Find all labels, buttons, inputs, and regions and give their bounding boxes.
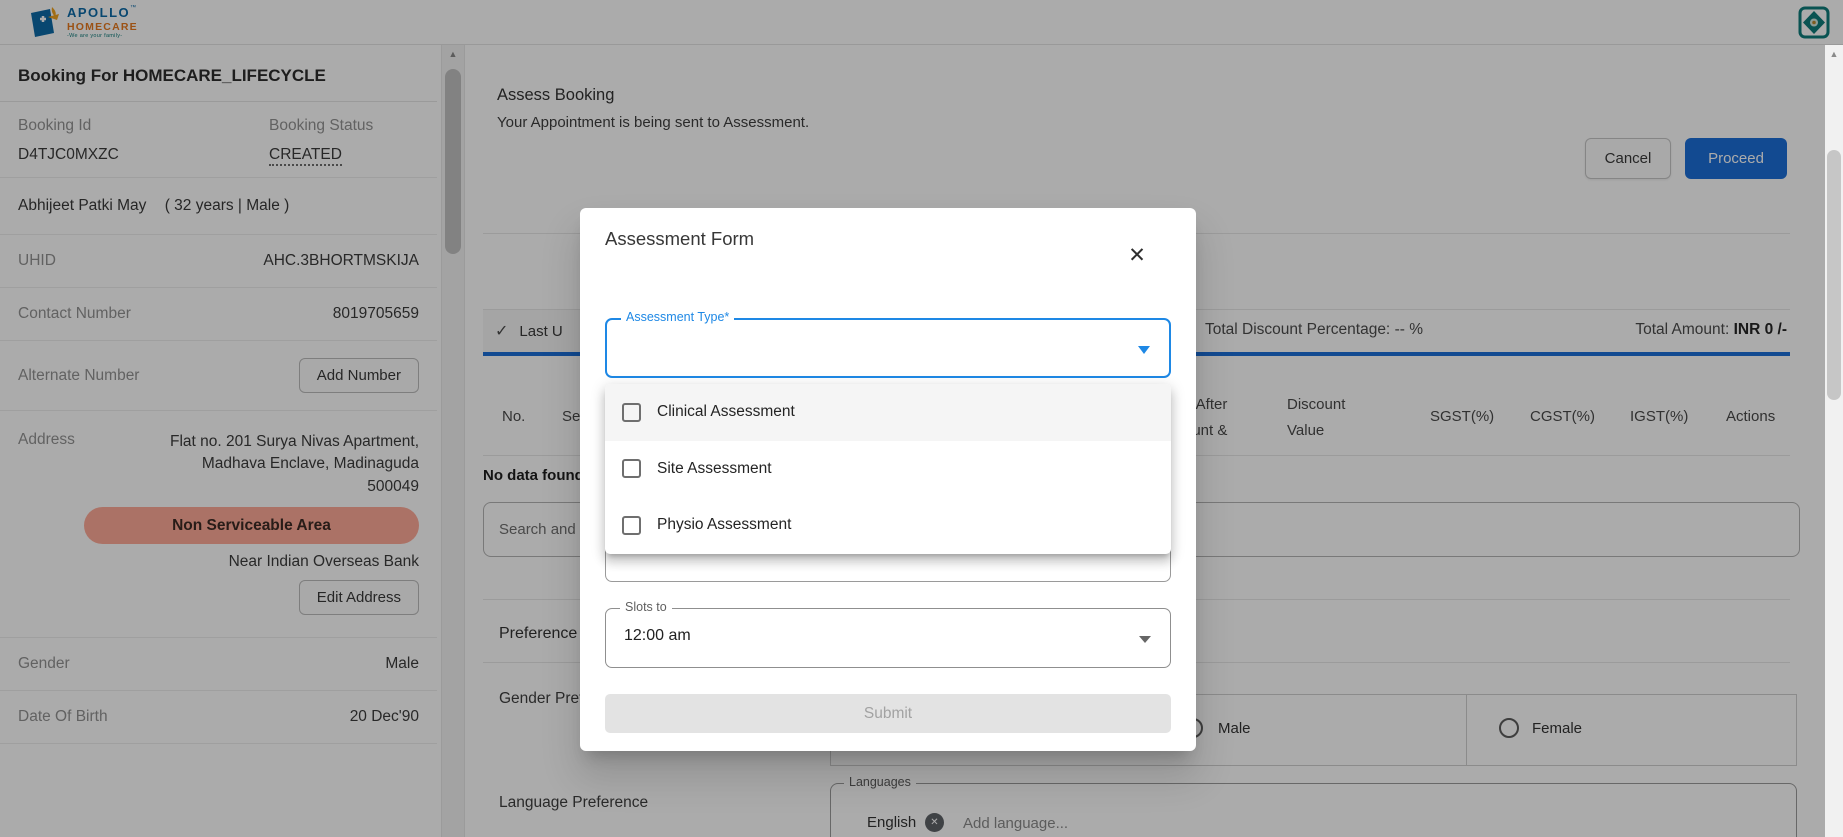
checkbox-icon[interactable] <box>622 515 641 535</box>
assessment-type-label: Assessment Type* <box>621 310 735 324</box>
app-screen: APOLLO™ HOMECARE -We are your family- Bo… <box>0 0 1843 837</box>
menu-item-clinical-assessment[interactable]: Clinical Assessment <box>605 384 1171 441</box>
browser-scrollbar[interactable]: ▲ <box>1825 45 1843 837</box>
scrollbar-up-arrow-icon[interactable]: ▲ <box>1825 49 1843 59</box>
slots-to-select[interactable]: Slots to 12:00 am <box>605 600 1171 668</box>
menu-item-label: Site Assessment <box>657 459 772 477</box>
close-icon[interactable]: ✕ <box>1122 240 1152 270</box>
browser-scrollbar-thumb[interactable] <box>1827 150 1841 400</box>
menu-item-site-assessment[interactable]: Site Assessment <box>605 441 1171 498</box>
chevron-down-icon[interactable] <box>1138 346 1150 354</box>
checkbox-icon[interactable] <box>622 402 641 422</box>
assessment-form-modal: Assessment Form ✕ Assessment Type* Clini… <box>580 208 1196 751</box>
slots-to-label: Slots to <box>620 600 672 614</box>
menu-item-physio-assessment[interactable]: Physio Assessment <box>605 497 1171 554</box>
modal-title: Assessment Form <box>605 228 755 249</box>
slots-to-value: 12:00 am <box>624 627 691 644</box>
menu-item-label: Clinical Assessment <box>657 403 795 421</box>
menu-item-label: Physio Assessment <box>657 516 792 534</box>
assessment-type-menu: Clinical Assessment Site Assessment Phys… <box>605 384 1171 554</box>
chevron-down-icon[interactable] <box>1139 636 1151 643</box>
submit-button[interactable]: Submit <box>605 694 1171 733</box>
assessment-type-select[interactable]: Assessment Type* <box>605 310 1171 378</box>
checkbox-icon[interactable] <box>622 459 641 479</box>
